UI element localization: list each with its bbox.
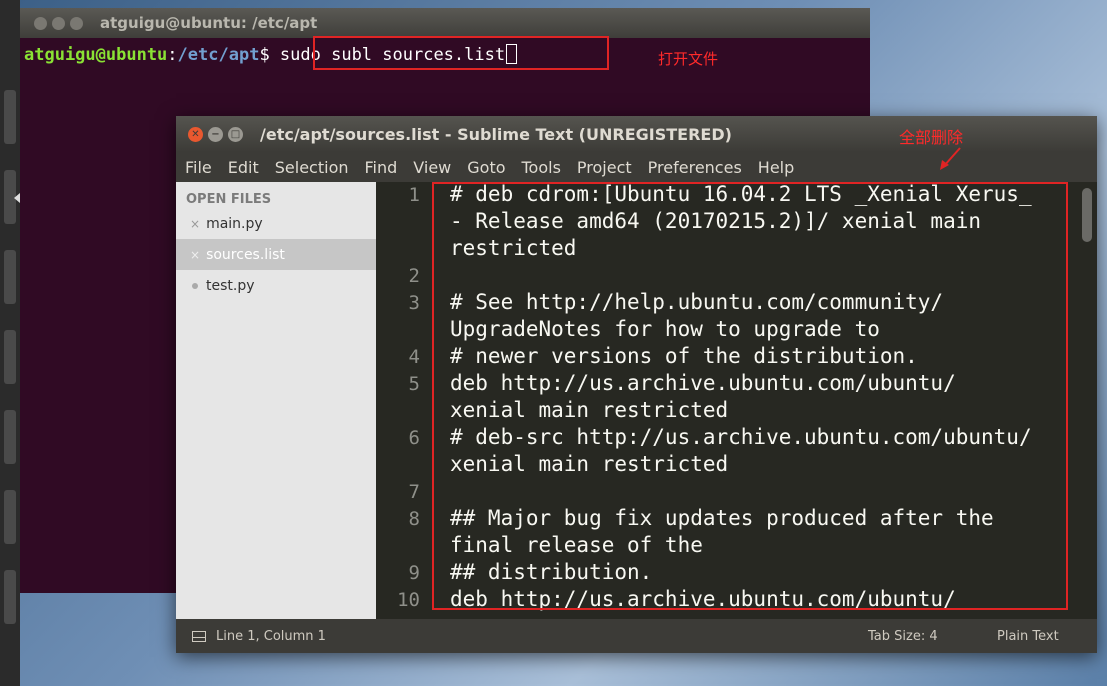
maximize-icon[interactable]: □ [228,126,243,142]
minimize-icon[interactable]: − [208,126,223,142]
prompt-user: atguigu@ubuntu [24,45,168,65]
menu-help[interactable]: Help [758,158,794,177]
close-file-icon[interactable]: × [190,217,200,231]
annotation-open-file: 打开文件 [658,50,719,68]
launcher-icon[interactable] [4,250,16,304]
minimize-icon[interactable] [52,16,65,30]
unity-launcher [0,0,20,686]
cursor-position: Line 1, Column 1 [216,628,326,644]
terminal-titlebar: atguigu@ubuntu: /etc/apt [20,8,870,38]
close-file-icon[interactable]: × [190,248,200,262]
sidebar-file-label: main.py [206,215,263,232]
launcher-icon[interactable] [4,330,16,384]
sublime-window[interactable]: ✕ − □ /etc/apt/sources.list - Sublime Te… [176,116,1097,653]
code-highlight-box [432,182,1068,610]
menu-find[interactable]: Find [365,158,398,177]
annotation-arrow-icon [940,147,961,170]
sidebar-header: OPEN FILES [186,192,272,207]
sidebar-file-main-py[interactable]: × main.py [176,208,376,239]
line-number: 7 [408,481,420,503]
line-number: 10 [397,589,420,611]
menu-view[interactable]: View [413,158,451,177]
status-bar: Line 1, Column 1 Tab Size: 4 Plain Text [176,619,1097,653]
maximize-icon[interactable] [70,16,83,30]
menu-goto[interactable]: Goto [467,158,505,177]
line-number: 4 [408,346,420,368]
launcher-icon[interactable] [4,410,16,464]
sublime-title: /etc/apt/sources.list - Sublime Text (UN… [260,124,732,144]
annotation-delete-all: 全部删除 [899,128,964,147]
tab-size-selector[interactable]: Tab Size: 4 [868,619,938,653]
menu-selection[interactable]: Selection [275,158,349,177]
panel-toggle-icon[interactable] [192,630,206,642]
sidebar-file-label: test.py [206,277,255,294]
prompt-dollar: $ [259,45,280,65]
line-number: 1 [408,184,420,206]
line-number: 8 [408,508,420,530]
syntax-selector[interactable]: Plain Text [997,619,1059,653]
terminal-title: atguigu@ubuntu: /etc/apt [100,14,318,32]
line-number: 6 [408,427,420,449]
menu-tools[interactable]: Tools [522,158,561,177]
launcher-icon[interactable] [4,490,16,544]
close-icon[interactable] [34,16,47,30]
sidebar-file-sources-list[interactable]: × sources.list [176,239,376,270]
sidebar-file-test-py[interactable]: test.py [176,270,376,301]
line-number: 2 [408,265,420,287]
menu-file[interactable]: File [185,158,212,177]
editor-scrollbar[interactable] [1082,188,1092,242]
launcher-icon[interactable] [4,570,16,624]
command-highlight-box [313,36,609,70]
launcher-icon[interactable] [4,90,16,144]
sidebar-file-label: sources.list [206,246,285,263]
line-number: 9 [408,562,420,584]
menu-project[interactable]: Project [577,158,632,177]
menu-preferences[interactable]: Preferences [648,158,742,177]
unsaved-dot-icon [192,282,198,289]
close-icon[interactable]: ✕ [188,126,203,142]
prompt-path: /etc/apt [177,45,260,65]
line-number: 3 [408,292,420,314]
menu-edit[interactable]: Edit [228,158,259,177]
line-number-gutter: 1 2 3 4 5 6 7 8 9 10 [376,182,424,619]
sidebar: OPEN FILES × main.py × sources.list test… [176,182,376,619]
line-number: 5 [408,373,420,395]
prompt-separator: : [167,45,178,65]
